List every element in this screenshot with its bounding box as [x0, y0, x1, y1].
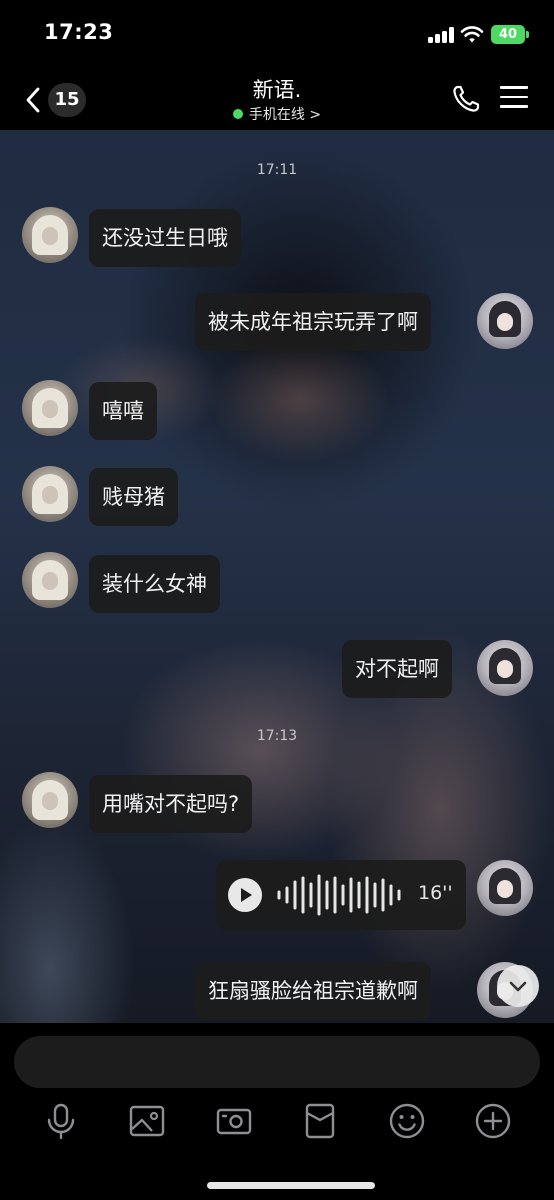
voice-message[interactable]: 16''	[216, 860, 466, 930]
emoji-icon[interactable]	[387, 1101, 427, 1141]
scroll-to-bottom-button[interactable]	[497, 965, 539, 1007]
battery-indicator: 40	[491, 25, 525, 44]
waveform-icon	[277, 874, 401, 916]
my-avatar[interactable]	[477, 293, 533, 349]
presence-text: 手机在线 >	[248, 107, 322, 123]
unread-count-badge: 15	[48, 83, 86, 117]
camera-icon[interactable]	[214, 1101, 254, 1141]
status-bar: 17:23 40	[0, 0, 554, 70]
status-time: 17:23	[44, 20, 114, 44]
message-timestamp: 17:11	[256, 162, 298, 178]
chat-header: 15 新语. 手机在线 >	[0, 70, 554, 130]
menu-icon[interactable]	[500, 86, 528, 110]
wifi-icon	[460, 26, 484, 43]
red-packet-icon[interactable]	[300, 1101, 340, 1141]
message-bubble-left[interactable]: 还没过生日哦	[89, 209, 241, 267]
message-bubble-left[interactable]: 贱母猪	[89, 468, 178, 526]
voice-duration: 16''	[418, 882, 453, 904]
contact-avatar[interactable]	[22, 552, 78, 608]
back-button[interactable]: 15	[20, 80, 90, 120]
play-icon[interactable]	[228, 878, 262, 912]
online-dot-icon	[232, 109, 243, 119]
message-bubble-left[interactable]: 装什么女神	[89, 555, 220, 613]
message-bubble-right[interactable]: 狂扇骚脸给祖宗道歉啊	[195, 962, 431, 1020]
image-icon[interactable]	[127, 1101, 167, 1141]
chevron-down-icon	[509, 981, 527, 992]
phone-call-icon[interactable]	[451, 84, 481, 114]
message-bubble-left[interactable]: 用嘴对不起吗?	[89, 775, 253, 833]
chat-messages[interactable]: 17:11 还没过生日哦 被未成年祖宗玩弄了啊 嘻嘻 贱母猪 装什么女神 对不起…	[0, 130, 554, 1023]
contact-avatar[interactable]	[22, 380, 78, 436]
message-bubble-right[interactable]: 被未成年祖宗玩弄了啊	[195, 293, 431, 351]
cellular-signal-icon	[428, 27, 456, 43]
input-bar	[0, 1023, 554, 1200]
my-avatar[interactable]	[477, 640, 533, 696]
presence-status[interactable]: 手机在线 >	[177, 104, 377, 124]
message-bubble-left[interactable]: 嘻嘻	[89, 382, 157, 440]
home-indicator	[207, 1182, 375, 1189]
contact-avatar[interactable]	[22, 207, 78, 263]
battery-tip	[526, 31, 529, 38]
chevron-left-icon	[26, 87, 40, 113]
message-timestamp: 17:13	[256, 728, 298, 744]
microphone-icon[interactable]	[41, 1101, 81, 1141]
message-input[interactable]	[14, 1036, 540, 1088]
my-avatar[interactable]	[477, 860, 533, 916]
message-bubble-right[interactable]: 对不起啊	[342, 640, 452, 698]
plus-icon[interactable]	[473, 1101, 513, 1141]
contact-avatar[interactable]	[22, 466, 78, 522]
contact-avatar[interactable]	[22, 772, 78, 828]
contact-name[interactable]: 新语.	[177, 74, 377, 104]
